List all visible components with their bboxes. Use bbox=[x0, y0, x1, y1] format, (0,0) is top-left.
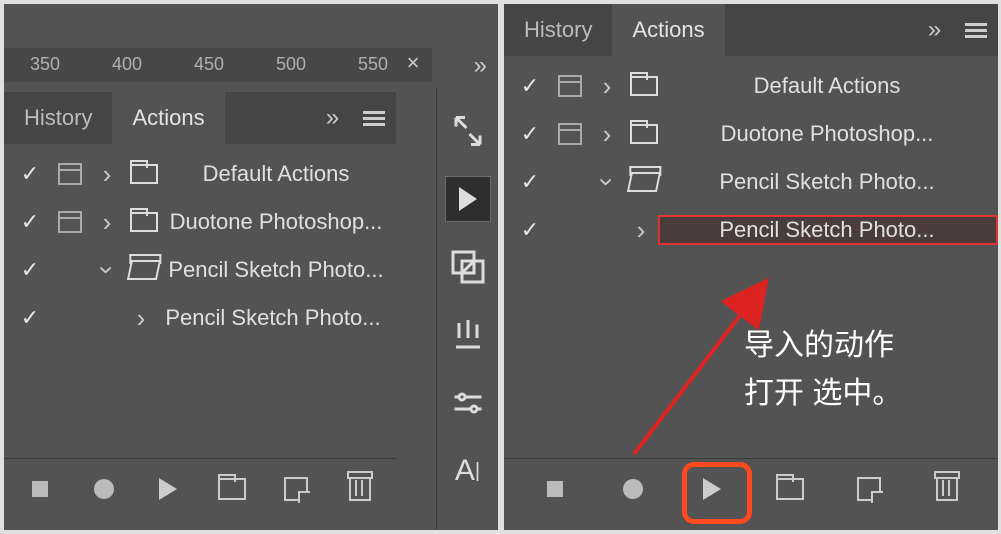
action-set-row[interactable]: › Pencil Sketch Photo... bbox=[4, 246, 396, 294]
toggle-check-icon[interactable] bbox=[21, 305, 39, 331]
collapse-icon[interactable]: » bbox=[308, 96, 352, 140]
stop-button[interactable] bbox=[12, 465, 68, 513]
toggle-check-icon[interactable] bbox=[521, 121, 539, 147]
action-row[interactable]: › Pencil Sketch Photo... bbox=[504, 206, 998, 254]
dialog-toggle-icon[interactable] bbox=[58, 211, 82, 233]
type-tool-icon[interactable]: A| bbox=[445, 448, 491, 494]
tab-actions[interactable]: Actions bbox=[612, 4, 724, 56]
folder-icon bbox=[130, 164, 158, 184]
action-set-row[interactable]: › Default Actions bbox=[4, 150, 396, 198]
action-set-row[interactable]: › Pencil Sketch Photo... bbox=[504, 158, 998, 206]
toggle-check-icon[interactable] bbox=[521, 73, 539, 99]
ruler-tick: 550 bbox=[358, 48, 388, 69]
new-set-button[interactable] bbox=[762, 465, 818, 513]
action-set-label: Default Actions bbox=[164, 161, 396, 187]
tab-actions[interactable]: Actions bbox=[112, 92, 224, 144]
folder-icon bbox=[630, 76, 658, 96]
chevron-right-icon[interactable]: › bbox=[603, 73, 612, 99]
chevron-right-icon[interactable]: › bbox=[603, 121, 612, 147]
right-pane: History Actions » › Default Actions › Du… bbox=[504, 4, 998, 530]
ruler-tick: 450 bbox=[194, 48, 224, 69]
action-list: › Default Actions › Duotone Photoshop...… bbox=[4, 144, 396, 342]
new-set-button[interactable] bbox=[204, 465, 260, 513]
dialog-toggle-icon[interactable] bbox=[558, 123, 582, 145]
action-set-label: Pencil Sketch Photo... bbox=[164, 257, 396, 283]
toggle-check-icon[interactable] bbox=[21, 209, 39, 235]
adjustment-tool-icon[interactable] bbox=[445, 380, 491, 426]
action-set-row[interactable]: › Default Actions bbox=[504, 62, 998, 110]
dialog-toggle-icon[interactable] bbox=[58, 163, 82, 185]
actions-panel: History Actions » › Default Actions › Du… bbox=[504, 4, 998, 524]
toggle-check-icon[interactable] bbox=[521, 169, 539, 195]
move-tool-icon[interactable] bbox=[445, 108, 491, 154]
toggle-check-icon[interactable] bbox=[21, 161, 39, 187]
play-tool-icon[interactable] bbox=[445, 176, 491, 222]
new-action-button[interactable] bbox=[841, 465, 897, 513]
mask-tool-icon[interactable] bbox=[445, 244, 491, 290]
play-button[interactable] bbox=[140, 465, 196, 513]
toggle-check-icon[interactable] bbox=[521, 217, 539, 243]
annotation-text: 导入的动作 打开 选中。 bbox=[744, 322, 902, 418]
action-list: › Default Actions › Duotone Photoshop...… bbox=[504, 56, 998, 254]
ruler-tick: 350 bbox=[30, 48, 60, 69]
tab-history[interactable]: History bbox=[504, 4, 612, 56]
action-set-label: Pencil Sketch Photo... bbox=[664, 169, 998, 195]
chevron-right-icon[interactable]: › bbox=[637, 217, 646, 243]
actions-panel: History Actions » › Default Actions › Du… bbox=[4, 92, 396, 524]
panel-menu-icon[interactable] bbox=[954, 8, 998, 52]
panel-tabbar: History Actions » bbox=[4, 92, 396, 144]
ruler-tick: 400 bbox=[112, 48, 142, 69]
dialog-toggle-icon[interactable] bbox=[558, 75, 582, 97]
action-set-label: Duotone Photoshop... bbox=[664, 121, 998, 147]
chevron-down-icon[interactable]: › bbox=[594, 178, 620, 187]
close-icon[interactable]: × bbox=[398, 50, 428, 76]
brush-tool-icon[interactable] bbox=[445, 312, 491, 358]
chevron-down-icon[interactable]: › bbox=[94, 266, 120, 275]
action-set-label: Duotone Photoshop... bbox=[164, 209, 396, 235]
collapse-icon[interactable]: » bbox=[910, 8, 954, 52]
play-button[interactable] bbox=[684, 465, 740, 513]
new-action-button[interactable] bbox=[268, 465, 324, 513]
side-toolbar: A| bbox=[436, 88, 498, 530]
ruler: 350 400 450 500 550 bbox=[4, 48, 432, 82]
toggle-check-icon[interactable] bbox=[21, 257, 39, 283]
record-button[interactable] bbox=[605, 465, 661, 513]
action-label-selected: Pencil Sketch Photo... bbox=[658, 215, 998, 245]
chevron-right-icon[interactable]: › bbox=[103, 161, 112, 187]
ruler-tick: 500 bbox=[276, 48, 306, 69]
action-label: Pencil Sketch Photo... bbox=[158, 305, 396, 331]
folder-open-icon bbox=[627, 172, 661, 192]
stop-button[interactable] bbox=[527, 465, 583, 513]
panel-menu-icon[interactable] bbox=[352, 96, 396, 140]
chevron-right-icon[interactable]: › bbox=[103, 209, 112, 235]
action-set-label: Default Actions bbox=[664, 73, 998, 99]
actions-bottom-toolbar bbox=[4, 458, 396, 518]
chevron-right-icon[interactable]: › bbox=[137, 305, 146, 331]
left-pane: 350 400 450 500 550 × » History Actions … bbox=[4, 4, 498, 530]
tab-history[interactable]: History bbox=[4, 92, 112, 144]
action-set-row[interactable]: › Duotone Photoshop... bbox=[504, 110, 998, 158]
expand-icon[interactable]: » bbox=[474, 52, 482, 80]
action-row[interactable]: › Pencil Sketch Photo... bbox=[4, 294, 396, 342]
folder-icon bbox=[630, 124, 658, 144]
delete-button[interactable] bbox=[919, 465, 975, 513]
folder-open-icon bbox=[127, 260, 161, 280]
action-set-row[interactable]: › Duotone Photoshop... bbox=[4, 198, 396, 246]
panel-tabbar: History Actions » bbox=[504, 4, 998, 56]
record-button[interactable] bbox=[76, 465, 132, 513]
folder-icon bbox=[130, 212, 158, 232]
delete-button[interactable] bbox=[332, 465, 388, 513]
actions-bottom-toolbar bbox=[504, 458, 998, 518]
